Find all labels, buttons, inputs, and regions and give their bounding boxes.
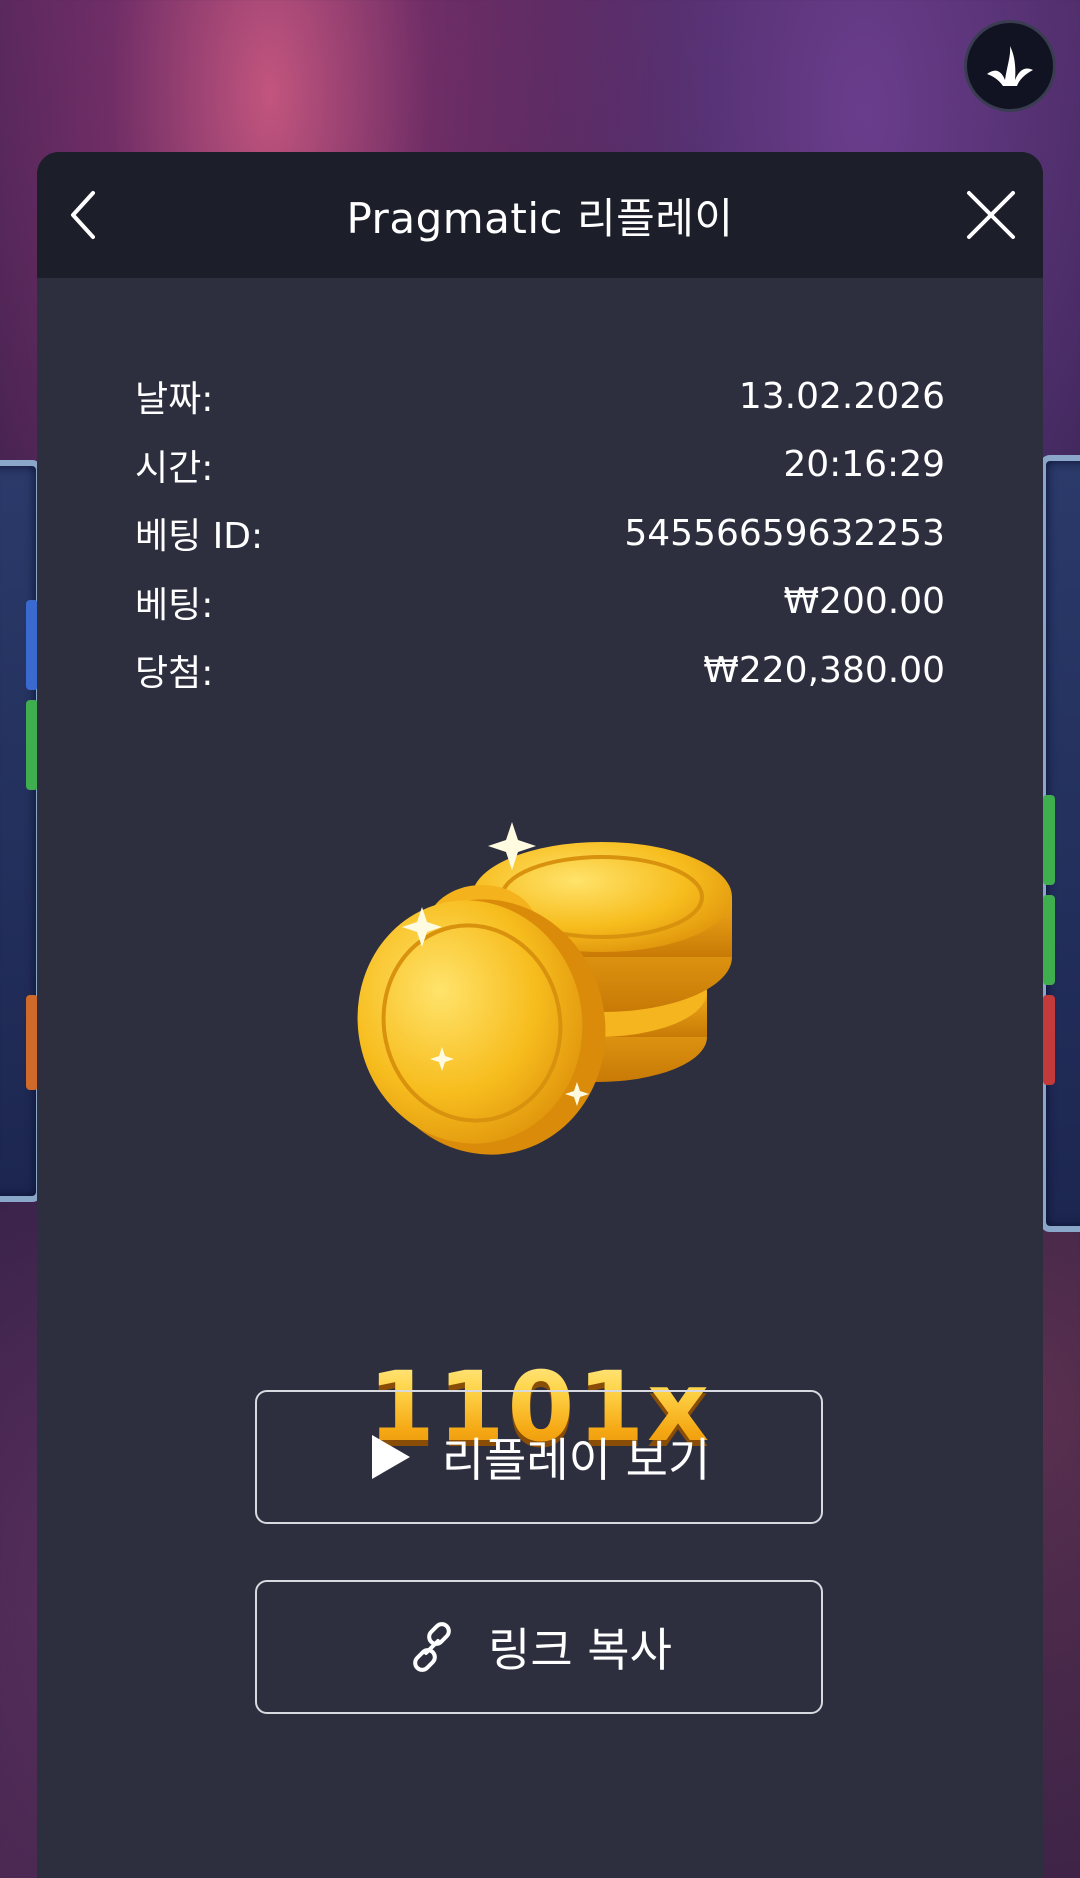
detail-label: 날짜: [135, 379, 214, 421]
play-icon [371, 1435, 410, 1479]
close-button[interactable] [961, 185, 1021, 245]
replay-panel: Pragmatic 리플레이 날짜: 13.02.2026 시간: 20:16:… [37, 152, 1043, 1878]
detail-label: 베팅 ID: [135, 516, 264, 558]
brand-logo-icon [987, 46, 1033, 86]
detail-row-date: 날짜: 13.02.2026 [135, 362, 945, 431]
copy-link-label: 링크 복사 [488, 1623, 672, 1677]
detail-value: 20:16:29 [783, 444, 945, 486]
detail-row-bet-id: 베팅 ID: 54556659632253 [135, 499, 945, 568]
detail-value: 54556659632253 [624, 512, 945, 554]
brand-logo[interactable] [964, 20, 1056, 112]
detail-value: 13.02.2026 [738, 375, 945, 417]
detail-label: 시간: [135, 447, 214, 489]
background-gem [1043, 795, 1055, 885]
watch-replay-label: 리플레이 보기 [441, 1433, 711, 1487]
background-gem [1043, 995, 1055, 1085]
panel-header: Pragmatic 리플레이 [37, 152, 1043, 278]
gold-coins-icon [357, 822, 732, 1155]
detail-row-time: 시간: 20:16:29 [135, 431, 945, 500]
link-icon [413, 1622, 451, 1672]
back-button[interactable] [57, 185, 117, 245]
detail-row-win: 당첨: ₩220,380.00 [135, 636, 945, 705]
detail-label: 당첨: [135, 653, 214, 695]
detail-value: ₩220,380.00 [703, 649, 945, 691]
background-reel-frame-left [0, 460, 42, 1202]
detail-value: ₩200.00 [783, 581, 945, 623]
chevron-left-icon [71, 191, 95, 239]
panel-title: Pragmatic 리플레이 [346, 193, 734, 243]
background-gem [1043, 895, 1055, 985]
close-icon [967, 191, 1015, 239]
detail-row-bet: 베팅: ₩200.00 [135, 568, 945, 637]
copy-link-button[interactable]: 링크 복사 [255, 1580, 823, 1714]
watch-replay-button[interactable]: 리플레이 보기 [255, 1390, 823, 1524]
bet-details: 날짜: 13.02.2026 시간: 20:16:29 베팅 ID: 54556… [135, 362, 945, 705]
detail-label: 베팅: [135, 584, 214, 626]
